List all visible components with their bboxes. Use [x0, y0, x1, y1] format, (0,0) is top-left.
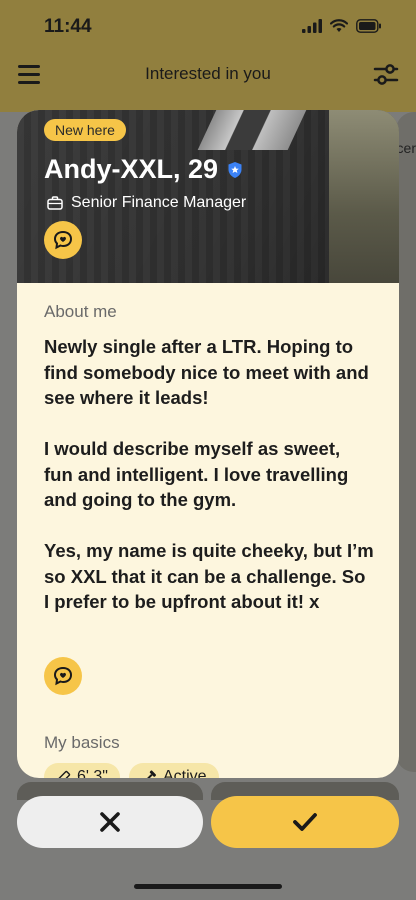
page-title: Interested in you [145, 64, 271, 83]
wifi-icon [330, 19, 348, 32]
verified-badge-icon [228, 161, 242, 178]
job-row: Senior Finance Manager [47, 194, 246, 212]
briefcase-icon [47, 196, 63, 210]
ruler-icon [56, 770, 71, 778]
accept-button[interactable] [211, 796, 399, 848]
status-icons [302, 17, 382, 35]
new-here-badge: New here [44, 119, 126, 141]
filter-button[interactable] [372, 61, 400, 89]
about-me-text: Newly single after a LTR. Hoping to find… [44, 336, 374, 612]
status-bar: 11:44 [0, 0, 416, 52]
chat-heart-icon [53, 666, 73, 686]
profile-job-title: Senior Finance Manager [71, 194, 247, 211]
checkmark-icon [293, 813, 317, 831]
battery-icon [356, 19, 381, 33]
my-basics-label: My basics [44, 733, 120, 752]
signal-icon [302, 19, 322, 33]
next-profile-card-peek [396, 112, 416, 772]
basics-chips: 6' 3" Active [44, 763, 219, 778]
photo-tie-detail [197, 110, 307, 150]
app-header: Interested in you [0, 52, 416, 100]
comment-about-button[interactable] [44, 657, 82, 695]
profile-card[interactable]: New here Andy-XXL, 29 Senior Finance Man… [17, 110, 399, 778]
name-row: Andy-XXL, 29 [44, 154, 244, 185]
basic-chip-exercise: Active [128, 763, 219, 778]
comment-photo-button[interactable] [44, 221, 82, 259]
about-me-label: About me [44, 302, 117, 321]
dumbbell-icon [141, 769, 156, 778]
home-indicator[interactable] [134, 884, 282, 889]
filter-sliders-icon [373, 64, 399, 85]
basic-chip-exercise-label: Active [162, 768, 207, 778]
status-time: 11:44 [44, 16, 92, 37]
profile-name-age: Andy-XXL, 29 [44, 154, 219, 184]
close-icon [100, 812, 120, 832]
profile-photo: New here Andy-XXL, 29 Senior Finance Man… [17, 110, 399, 283]
next-profile-peek-text: cer [396, 140, 416, 156]
decline-button[interactable] [17, 796, 203, 848]
basic-chip-height: 6' 3" [44, 763, 120, 778]
about-section: About me Newly single after a LTR. Hopin… [44, 302, 374, 615]
chat-heart-icon [53, 230, 73, 250]
photo-background-detail [329, 110, 399, 283]
basic-chip-height-label: 6' 3" [77, 768, 108, 778]
